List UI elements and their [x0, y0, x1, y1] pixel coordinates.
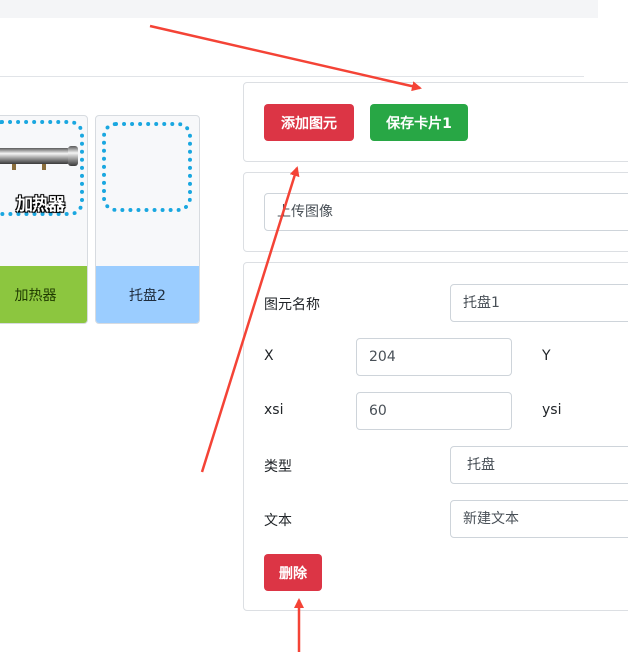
text-input[interactable]: 新建文本 [450, 500, 628, 538]
y-label: Y [542, 348, 551, 364]
xsi-label: xsi [264, 402, 284, 418]
card-label-heater: 加热器 [0, 266, 87, 323]
save-card-button[interactable]: 保存卡片1 [370, 104, 468, 141]
heater-image-label: 加热器 [16, 195, 65, 215]
top-bar [0, 0, 598, 18]
text-label: 文本 [264, 513, 292, 529]
element-card-tray2[interactable]: 托盘2 [95, 115, 200, 324]
heater-icon [0, 146, 78, 170]
type-label: 类型 [264, 459, 292, 475]
card-image-frame: 加热器 [0, 120, 84, 216]
x-input[interactable]: 204 [356, 338, 512, 376]
card-image-placeholder [102, 122, 192, 212]
x-label: X [264, 348, 274, 364]
ysi-label: ysi [542, 402, 562, 418]
name-label: 图元名称 [264, 297, 320, 313]
upload-image-field[interactable]: 上传图像 [264, 193, 628, 231]
card-label-tray2: 托盘2 [96, 266, 199, 323]
element-card-heater[interactable]: 加热器 加热器 [0, 115, 88, 324]
upload-panel: 上传图像 [243, 172, 628, 252]
properties-panel: 图元名称 托盘1 X 204 Y xsi 60 ysi 类型 托盘 文本 新建文… [243, 262, 628, 611]
divider [0, 76, 584, 77]
xsi-input[interactable]: 60 [356, 392, 512, 430]
type-select[interactable]: 托盘 [450, 446, 628, 484]
add-element-button[interactable]: 添加图元 [264, 104, 354, 141]
delete-button[interactable]: 删除 [264, 554, 322, 591]
arrow-to-save-button [149, 24, 422, 92]
name-input[interactable]: 托盘1 [450, 284, 628, 322]
toolbar-panel: 添加图元 保存卡片1 [243, 82, 628, 162]
